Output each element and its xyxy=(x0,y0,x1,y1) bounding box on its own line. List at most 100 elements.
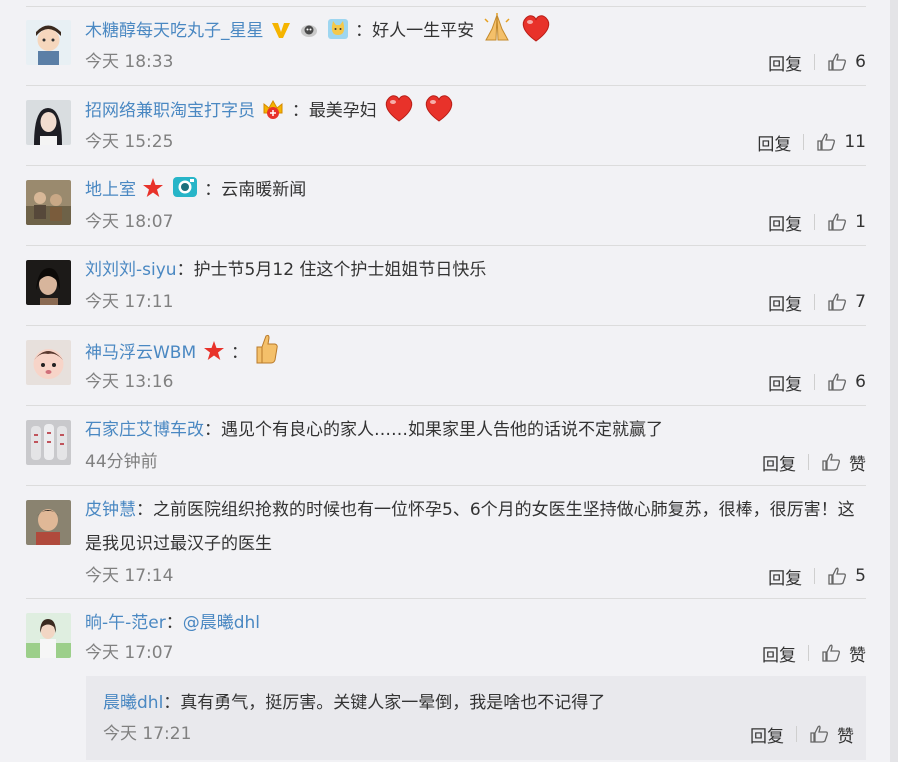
comment-line: 地上室 ：云南暖新闻 xyxy=(85,173,866,207)
comment-text: 好人一生平安 xyxy=(372,21,475,41)
reply-button[interactable]: 回复 xyxy=(762,450,796,475)
comment-separator: ： xyxy=(204,180,222,200)
like-count: 6 xyxy=(855,52,866,72)
comment-actions: 回复 1 xyxy=(768,210,866,235)
avatar[interactable] xyxy=(26,340,71,385)
like-count: 赞 xyxy=(837,726,854,747)
comment-separator: ： xyxy=(291,101,309,121)
reply-button[interactable]: 回复 xyxy=(768,290,802,315)
like-button[interactable]: 1 xyxy=(827,212,866,232)
comment-text: 护士节5月12 住这个护士姐姐节日快乐 xyxy=(193,260,487,280)
timestamp: 今天 17:07 xyxy=(85,643,174,663)
comment-separator: ： xyxy=(355,21,373,41)
like-count: 5 xyxy=(855,566,866,586)
reply-button[interactable]: 回复 xyxy=(768,370,802,395)
username-link[interactable]: 招网络兼职淘宝打字员 xyxy=(85,101,255,121)
like-count: 赞 xyxy=(849,454,866,475)
mention-link[interactable]: @晨曦dhl xyxy=(183,613,260,633)
comment-line: 刘刘刘-siyu：护士节5月12 住这个护士姐姐节日快乐 xyxy=(85,253,866,287)
avatar[interactable] xyxy=(26,20,71,65)
comment-item: 皮钟慧：之前医院组织抢救的时候也有一位怀孕5、6个月的女医生坚持做心肺复苏，很棒… xyxy=(26,486,866,599)
comment-text: 真有勇气，挺厉害。关键人家一晕倒，我是啥也不记得了 xyxy=(180,693,606,713)
actions-divider xyxy=(814,374,816,390)
comment-actions: 回复 赞 xyxy=(762,641,866,666)
avatar[interactable] xyxy=(26,180,71,225)
thumbs-up-icon xyxy=(828,293,847,311)
username-link[interactable]: 晌-午-范er xyxy=(85,613,166,633)
thumbs-up-icon xyxy=(822,453,840,471)
avatar[interactable] xyxy=(26,100,71,145)
thumbs-up-icon xyxy=(828,567,847,585)
actions-divider xyxy=(808,454,809,470)
thumbs-up-icon xyxy=(810,725,828,743)
scrollbar[interactable] xyxy=(890,0,898,762)
username-link[interactable]: 石家庄艾博车改 xyxy=(85,420,204,440)
actions-divider xyxy=(803,134,805,150)
comment-actions: 回复 11 xyxy=(757,130,866,155)
comment-actions: 回复 6 xyxy=(768,370,866,395)
comment-item: 刘刘刘-siyu：护士节5月12 住这个护士姐姐节日快乐 今天 17:11 回复… xyxy=(26,246,866,326)
camera-badge-icon[interactable] xyxy=(172,175,198,199)
like-button[interactable]: 7 xyxy=(827,292,866,312)
username-link[interactable]: 地上室 xyxy=(85,180,136,200)
heart-emoji xyxy=(425,95,452,122)
comment-actions: 回复 赞 xyxy=(762,450,866,475)
like-button[interactable]: 赞 xyxy=(821,641,866,666)
actions-divider xyxy=(814,214,816,230)
like-button[interactable]: 赞 xyxy=(809,722,854,747)
avatar[interactable] xyxy=(26,613,71,658)
comment-actions: 回复 5 xyxy=(768,564,866,589)
comment-list-panel: 木糖醇每天吃丸子_星星 ：好人一生平安 今天 18:33 回复 6 招网络兼职淘… xyxy=(0,0,898,762)
cat-badge-icon[interactable] xyxy=(327,18,349,40)
reply-button[interactable]: 回复 xyxy=(768,564,802,589)
like-button[interactable]: 赞 xyxy=(821,450,866,475)
username-link[interactable]: 刘刘刘-siyu xyxy=(85,260,177,280)
actions-divider xyxy=(814,294,816,310)
thumbs-up-icon xyxy=(828,213,847,231)
username-link[interactable]: 晨曦dhl xyxy=(103,693,163,713)
like-count: 1 xyxy=(855,212,866,232)
like-button[interactable]: 11 xyxy=(816,132,866,152)
timestamp: 今天 18:07 xyxy=(85,212,174,232)
timestamp: 今天 15:25 xyxy=(85,132,174,152)
avatar[interactable] xyxy=(26,500,71,545)
timestamp: 今天 18:33 xyxy=(85,52,174,72)
reply-button[interactable]: 回复 xyxy=(768,210,802,235)
like-count: 6 xyxy=(855,372,866,392)
comment-meta: 今天 13:16 回复 6 xyxy=(85,370,866,395)
username-link[interactable]: 木糖醇每天吃丸子_星星 xyxy=(85,21,264,41)
like-button[interactable]: 6 xyxy=(827,52,866,72)
like-button[interactable]: 5 xyxy=(827,566,866,586)
comment-separator: ： xyxy=(165,613,183,633)
star-badge-icon[interactable] xyxy=(203,340,225,362)
top-divider xyxy=(26,6,866,7)
reply-button[interactable]: 回复 xyxy=(750,722,784,747)
thumbs-up-icon xyxy=(828,373,847,391)
comment-item: 神马浮云WBM ： 今天 13:16 回复 6 xyxy=(26,326,866,406)
nested-reply: 晨曦dhl：真有勇气，挺厉害。关键人家一晕倒，我是啥也不记得了 今天 17:21… xyxy=(86,676,866,760)
actions-divider xyxy=(814,568,816,584)
comment-text: 遇见个有良心的家人……如果家里人告他的话说不定就赢了 xyxy=(221,420,663,440)
comment-line: 皮钟慧：之前医院组织抢救的时候也有一位怀孕5、6个月的女医生坚持做心肺复苏，很棒… xyxy=(85,493,866,561)
crown-badge-icon[interactable] xyxy=(261,98,285,120)
sheep-icon[interactable] xyxy=(299,20,319,40)
star-badge-icon[interactable] xyxy=(142,177,164,199)
comment-item: 石家庄艾博车改：遇见个有良心的家人……如果家里人告他的话说不定就赢了 44分钟前… xyxy=(26,406,866,486)
heart-emoji xyxy=(385,95,413,122)
timestamp: 今天 17:14 xyxy=(85,566,174,586)
avatar[interactable] xyxy=(26,420,71,465)
avatar[interactable] xyxy=(26,260,71,305)
username-link[interactable]: 皮钟慧 xyxy=(85,500,136,520)
verified-v-icon[interactable] xyxy=(270,20,292,40)
comment-meta: 今天 18:07 回复 1 xyxy=(85,210,866,235)
reply-button[interactable]: 回复 xyxy=(757,130,791,155)
actions-divider xyxy=(796,726,797,742)
reply-button[interactable]: 回复 xyxy=(768,50,802,75)
comment-meta: 今天 17:14 回复 5 xyxy=(85,564,866,589)
like-button[interactable]: 6 xyxy=(827,372,866,392)
reply-button[interactable]: 回复 xyxy=(762,641,796,666)
comment-separator: ： xyxy=(204,420,221,440)
username-link[interactable]: 神马浮云WBM xyxy=(85,343,196,363)
comment-meta: 今天 17:11 回复 7 xyxy=(85,290,866,315)
timestamp: 44分钟前 xyxy=(85,452,158,472)
